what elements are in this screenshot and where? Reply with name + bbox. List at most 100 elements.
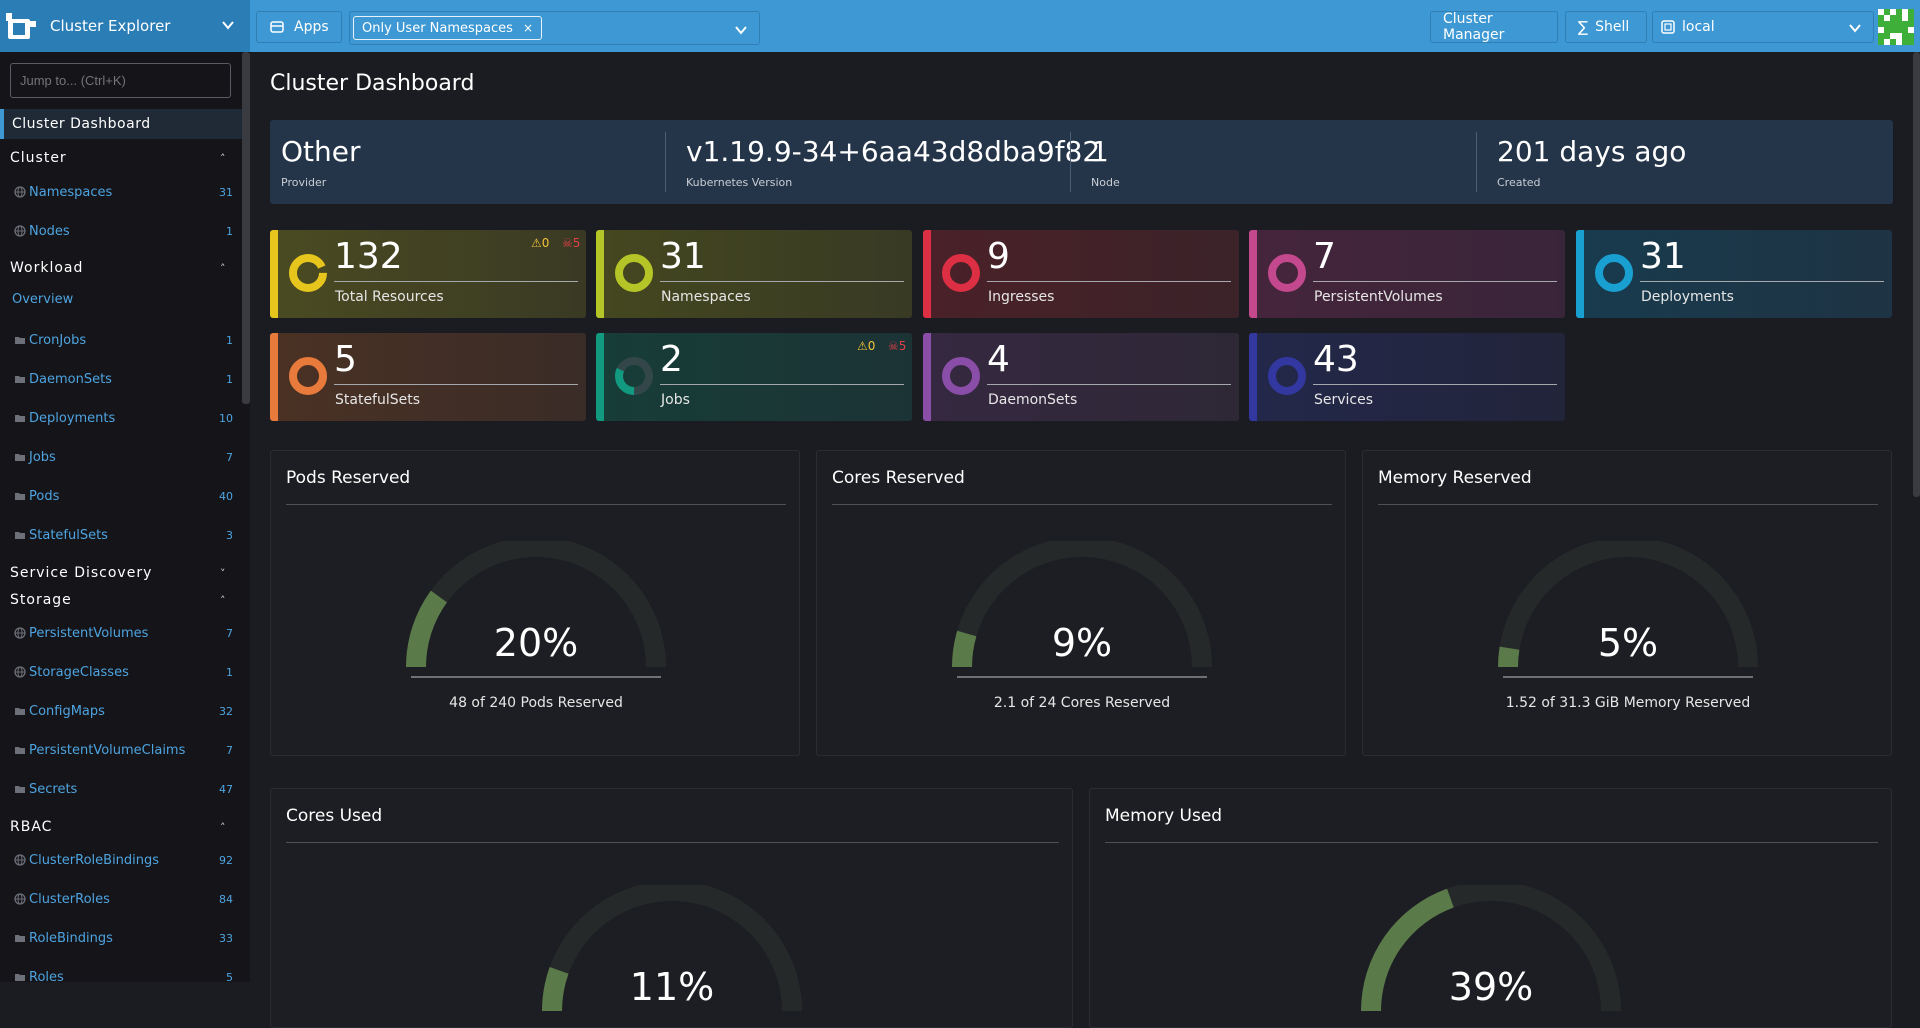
sidebar-item-nodes[interactable]: Nodes 1: [0, 222, 242, 242]
gauge-percent: 11%: [629, 965, 715, 1009]
card-label: Ingresses: [988, 289, 1055, 305]
gauge-card-memory-used: Memory Used 39%: [1089, 788, 1892, 1028]
sidebar-item-cluster-dashboard[interactable]: Cluster Dashboard: [0, 109, 242, 139]
sidebar-item-label: Roles: [29, 970, 64, 982]
cluster-select[interactable]: local: [1652, 11, 1874, 43]
card-persistentvolumes[interactable]: 7 PersistentVolumes: [1249, 230, 1565, 318]
group-storage[interactable]: Storage: [10, 592, 72, 608]
error-count-value: 5: [572, 236, 581, 250]
card-divider: [660, 384, 904, 385]
top-bar: Cluster Explorer Apps Only User Namespac…: [0, 0, 1920, 52]
shell-icon: ∑: [1578, 18, 1589, 36]
cluster-explorer-menu[interactable]: Cluster Explorer: [0, 0, 250, 52]
cluster-manager-button[interactable]: Cluster Manager: [1430, 11, 1558, 43]
remove-filter-icon[interactable]: ×: [523, 21, 533, 35]
summary-provider: Other Provider: [270, 120, 675, 204]
sidebar-item-roles[interactable]: Roles 5: [0, 968, 242, 982]
sidebar-item-persistentvolumes[interactable]: PersistentVolumes 7: [0, 624, 242, 644]
sidebar-item-label: RoleBindings: [29, 931, 113, 946]
jump-to-search-input[interactable]: [10, 63, 231, 98]
globe-icon: [14, 854, 26, 866]
gauge-card-cores-reserved: Cores Reserved 9% 2.1 of 24 Cores Reserv…: [816, 450, 1346, 756]
gauge-caption: 1.52 of 31.3 GiB Memory Reserved: [1505, 695, 1751, 711]
sidebar-item-persistentvolumeclaims[interactable]: PersistentVolumeClaims 7: [0, 741, 242, 761]
apps-label: Apps: [294, 19, 329, 35]
card-divider: [987, 281, 1231, 282]
sidebar-item-label: StatefulSets: [29, 528, 108, 543]
namespace-filter[interactable]: Only User Namespaces ×: [349, 11, 760, 45]
ring-icon: [1268, 357, 1306, 395]
card-divider: [334, 281, 578, 282]
chevron-up-icon[interactable]: ˄: [220, 594, 226, 607]
card-divider: [1313, 384, 1557, 385]
chevron-up-icon[interactable]: ˄: [220, 821, 226, 834]
summary-value: v1.19.9-34+6aa43d8dba9f82: [686, 135, 1101, 168]
card-daemonsets[interactable]: 4 DaemonSets: [923, 333, 1239, 421]
ring-icon: [615, 254, 653, 292]
folder-icon: [15, 415, 25, 422]
group-workload[interactable]: Workload: [10, 260, 83, 276]
sidebar-item-configmaps[interactable]: ConfigMaps 32: [0, 702, 242, 722]
summary-divider: [1070, 132, 1071, 192]
sidebar-item-label: StorageClasses: [29, 665, 129, 680]
sidebar-item-rolebindings[interactable]: RoleBindings 33: [0, 929, 242, 949]
summary-label: Provider: [281, 176, 327, 189]
card-ingresses[interactable]: 9 Ingresses: [923, 230, 1239, 318]
gauge-title: Pods Reserved: [286, 468, 411, 488]
chevron-up-icon[interactable]: ˄: [220, 152, 226, 165]
card-deployments[interactable]: 31 Deployments: [1576, 230, 1892, 318]
card-label: Total Resources: [335, 289, 444, 305]
card-services[interactable]: 43 Services: [1249, 333, 1565, 421]
page-title: Cluster Dashboard: [270, 71, 475, 96]
globe-icon: [14, 186, 26, 198]
error-count: ☠5: [888, 339, 907, 353]
gauge-card-memory-reserved: Memory Reserved 5% 1.52 of 31.3 GiB Memo…: [1362, 450, 1892, 756]
error-count: ☠5: [562, 236, 581, 250]
shell-button[interactable]: ∑ Shell: [1565, 11, 1647, 43]
chevron-down-icon[interactable]: [733, 22, 749, 38]
card-jobs[interactable]: 2 ⚠0 ☠5 Jobs: [596, 333, 912, 421]
sidebar-item-count: 3: [226, 529, 233, 542]
folder-icon: [15, 493, 25, 500]
user-avatar[interactable]: [1878, 9, 1914, 45]
main-scrollbar[interactable]: [1913, 52, 1920, 497]
group-service-discovery[interactable]: Service Discovery: [10, 565, 152, 581]
ring-icon: [942, 254, 980, 292]
sidebar-item-overview[interactable]: Overview: [12, 292, 73, 307]
sidebar-item-secrets[interactable]: Secrets 47: [0, 780, 242, 800]
sidebar-item-deployments[interactable]: Deployments 10: [0, 409, 242, 429]
sidebar-item-namespaces[interactable]: Namespaces 31: [0, 183, 242, 203]
card-namespaces[interactable]: 31 Namespaces: [596, 230, 912, 318]
summary-value: 1: [1091, 135, 1109, 168]
summary-label: Node: [1091, 176, 1120, 189]
sidebar-item-pods[interactable]: Pods 40: [0, 487, 242, 507]
sidebar-item-cronjobs[interactable]: CronJobs 1: [0, 331, 242, 351]
cluster-select-value: local: [1682, 19, 1715, 35]
shell-label: Shell: [1595, 19, 1630, 35]
sidebar-item-count: 1: [226, 373, 233, 386]
chevron-down-icon[interactable]: ˅: [220, 567, 226, 580]
sidebar-item-clusterrolebindings[interactable]: ClusterRoleBindings 92: [0, 851, 242, 871]
sidebar-item-count: 33: [219, 932, 233, 945]
group-cluster[interactable]: Cluster: [10, 150, 67, 166]
ring-icon: [942, 357, 980, 395]
card-value: 9: [987, 236, 1010, 277]
card-total-resources[interactable]: 132 ⚠0 ☠5 Total Resources: [270, 230, 586, 318]
sidebar-item-count: 32: [219, 705, 233, 718]
sidebar-item-clusterroles[interactable]: ClusterRoles 84: [0, 890, 242, 910]
sidebar-item-statefulsets[interactable]: StatefulSets 3: [0, 526, 242, 546]
globe-icon: [14, 666, 26, 678]
sidebar-item-label: PersistentVolumes: [29, 626, 149, 641]
card-statefulsets[interactable]: 5 StatefulSets: [270, 333, 586, 421]
sidebar-item-daemonsets[interactable]: DaemonSets 1: [0, 370, 242, 390]
sidebar-scrollbar[interactable]: [242, 52, 250, 404]
apps-button[interactable]: Apps: [256, 11, 342, 43]
group-rbac[interactable]: RBAC: [10, 819, 52, 835]
sidebar-item-count: 47: [219, 783, 233, 796]
sidebar-item-count: 1: [226, 666, 233, 679]
globe-icon: [14, 627, 26, 639]
sidebar-item-storageclasses[interactable]: StorageClasses 1: [0, 663, 242, 683]
gauge-divider: [832, 504, 1332, 505]
chevron-up-icon[interactable]: ˄: [220, 262, 226, 275]
sidebar-item-jobs[interactable]: Jobs 7: [0, 448, 242, 468]
